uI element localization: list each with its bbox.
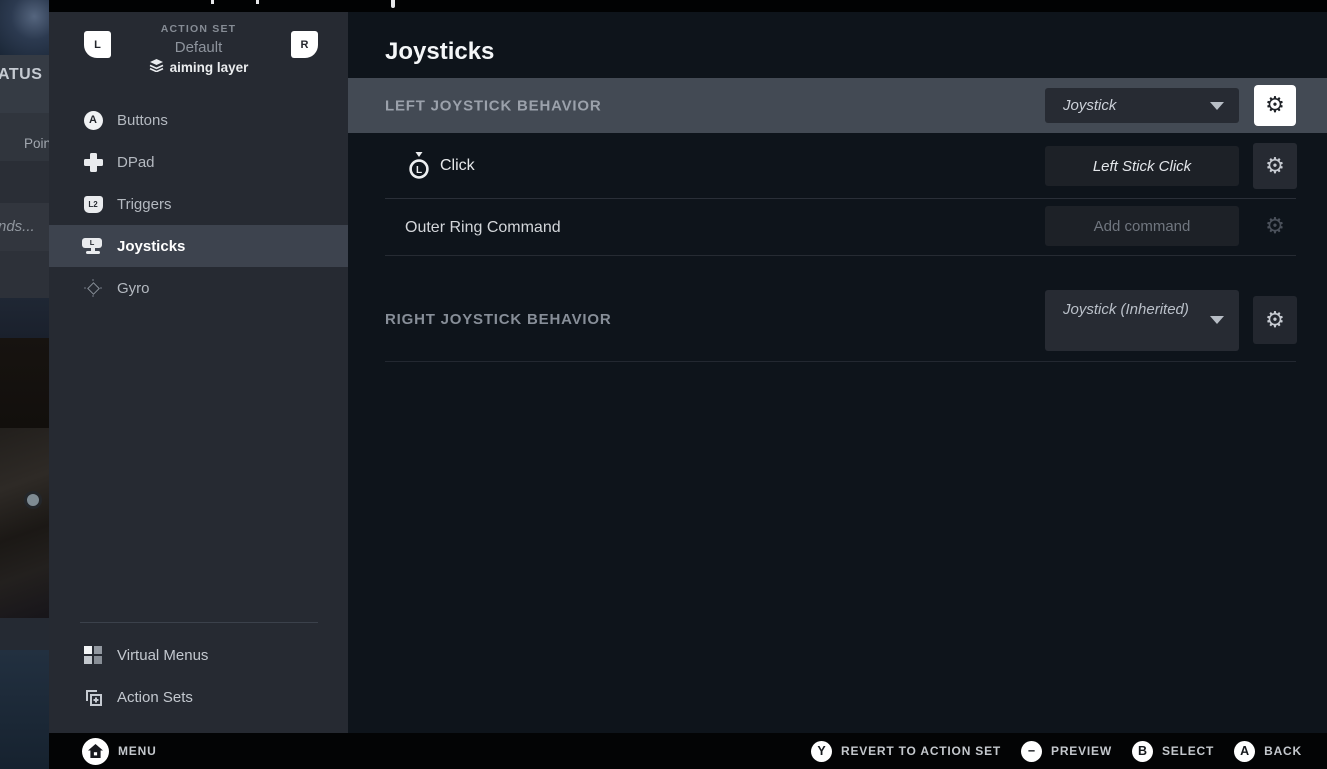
row-divider [385,361,1296,362]
sidebar-item-joysticks[interactable]: L Joysticks [49,225,348,267]
backdrop-image-segment [0,298,49,338]
backdrop-image-segment [0,650,49,769]
backdrop-panel-segment: nds... [0,203,49,251]
minus-button-icon: − [1021,740,1043,762]
sidebar-item-label: DPad [117,153,155,171]
right-joystick-mode-dropdown[interactable]: Joystick (Inherited) [1045,290,1239,351]
sidebar-item-label: Joysticks [117,237,186,255]
click-row-label: Click [440,157,475,174]
action-set-name: Default [174,39,223,56]
sidebar-item-label: Gyro [117,279,150,297]
a-button-icon: A [1234,740,1256,762]
sidebar-item-gyro[interactable]: Gyro [49,267,348,309]
game-backdrop-strip: ATUS Poin nds... [0,0,49,769]
back-button[interactable]: A BACK [1234,740,1302,762]
right-joystick-mode-value: Joystick (Inherited) [1063,301,1189,318]
outer-ring-command-row: Outer Ring Command Add command ⚙ [348,199,1327,256]
trigger-icon: L2 [81,195,105,213]
backdrop-panel-segment [0,618,49,650]
sidebar-item-dpad[interactable]: DPad [49,141,348,183]
sidebar-item-label: Triggers [117,195,172,213]
click-settings-gear-button[interactable]: ⚙ [1253,143,1297,189]
select-label: SELECT [1161,744,1215,758]
preview-button[interactable]: − PREVIEW [1021,740,1112,762]
joysticks-settings-panel: Joysticks LEFT JOYSTICK BEHAVIOR Joystic… [348,12,1327,733]
joystick-icon: L [81,237,105,255]
grid-icon [81,646,105,664]
backdrop-panel-segment [0,251,49,298]
hint-actions: Y REVERT TO ACTION SET − PREVIEW B SELEC… [811,740,1302,762]
sidebar-divider [80,622,318,623]
outer-ring-settings-gear-button[interactable]: ⚙ [1253,203,1297,249]
y-button-icon: Y [811,740,833,762]
clipped-title-remnant [256,0,259,4]
home-icon [82,737,109,765]
outer-ring-command-label: Outer Ring Command [405,218,561,236]
left-joystick-mode-dropdown[interactable]: Joystick [1045,88,1239,123]
outer-ring-add-command-button[interactable]: Add command [1045,206,1239,246]
stacked-squares-plus-icon [81,688,105,707]
page-title: Joysticks [385,38,495,65]
action-set-heading: ACTION SET [160,23,237,35]
sidebar-nav: A Buttons DPad L2 Triggers L Joysticks G… [49,99,348,309]
right-joystick-settings-gear-button[interactable]: ⚙ [1253,296,1297,344]
stick-click-icon: L [407,152,431,185]
revert-to-action-set-label: REVERT TO ACTION SET [841,744,1002,758]
right-joystick-behavior-label: RIGHT JOYSTICK BEHAVIOR [385,311,612,328]
backdrop-image-segment [0,0,49,55]
sidebar-item-buttons[interactable]: A Buttons [49,99,348,141]
config-sidebar: L R ACTION SET Default aiming layer A Bu… [49,12,348,733]
svg-text:L: L [416,165,422,176]
controller-hint-bar: MENU Y REVERT TO ACTION SET − PREVIEW B … [49,733,1327,769]
clipped-title-remnant [211,0,214,4]
sidebar-item-label: Action Sets [117,688,193,706]
clipped-text-fragment: ATUS [0,66,43,83]
clipped-window-title-strip [49,0,1327,12]
sidebar-item-label: Buttons [117,111,168,129]
backdrop-panel-segment: Poin [0,113,49,161]
backdrop-panel-segment: ATUS [0,55,49,113]
backdrop-panel-segment [0,161,49,203]
sidebar-item-triggers[interactable]: L2 Triggers [49,183,348,225]
active-layer-row: aiming layer [49,59,348,75]
gyro-icon [81,278,105,298]
left-joystick-behavior-row: LEFT JOYSTICK BEHAVIOR Joystick ⚙ [348,78,1327,133]
dpad-icon [81,152,105,172]
back-label: BACK [1264,744,1302,758]
revert-to-action-set-button[interactable]: Y REVERT TO ACTION SET [811,740,1002,762]
backdrop-image-segment [0,338,49,428]
click-binding-row: L Click Left Stick Click ⚙ [348,133,1327,199]
layers-icon [149,59,164,75]
menu-label: MENU [118,744,157,758]
chevron-down-icon [1210,102,1224,110]
left-joystick-behavior-label: LEFT JOYSTICK BEHAVIOR [385,97,602,114]
a-button-icon: A [81,110,105,130]
b-button-icon: B [1131,740,1153,762]
watch-face-detail [24,491,42,509]
row-divider [385,255,1296,256]
clipped-title-remnant [391,0,395,8]
left-joystick-settings-gear-button[interactable]: ⚙ [1254,85,1296,126]
select-button[interactable]: B SELECT [1131,740,1215,762]
clipped-text-fragment: nds... [0,218,35,235]
active-layer-label: aiming layer [169,59,249,75]
sidebar-item-label: Virtual Menus [117,646,209,664]
click-binding-button[interactable]: Left Stick Click [1045,146,1239,186]
sidebar-item-virtual-menus[interactable]: Virtual Menus [49,634,348,676]
clipped-text-fragment: Poin [24,136,49,151]
menu-button[interactable]: MENU [82,737,157,765]
chevron-down-icon [1210,316,1224,324]
sidebar-item-action-sets[interactable]: Action Sets [49,676,348,718]
backdrop-character-segment [0,428,49,618]
preview-label: PREVIEW [1051,744,1112,758]
